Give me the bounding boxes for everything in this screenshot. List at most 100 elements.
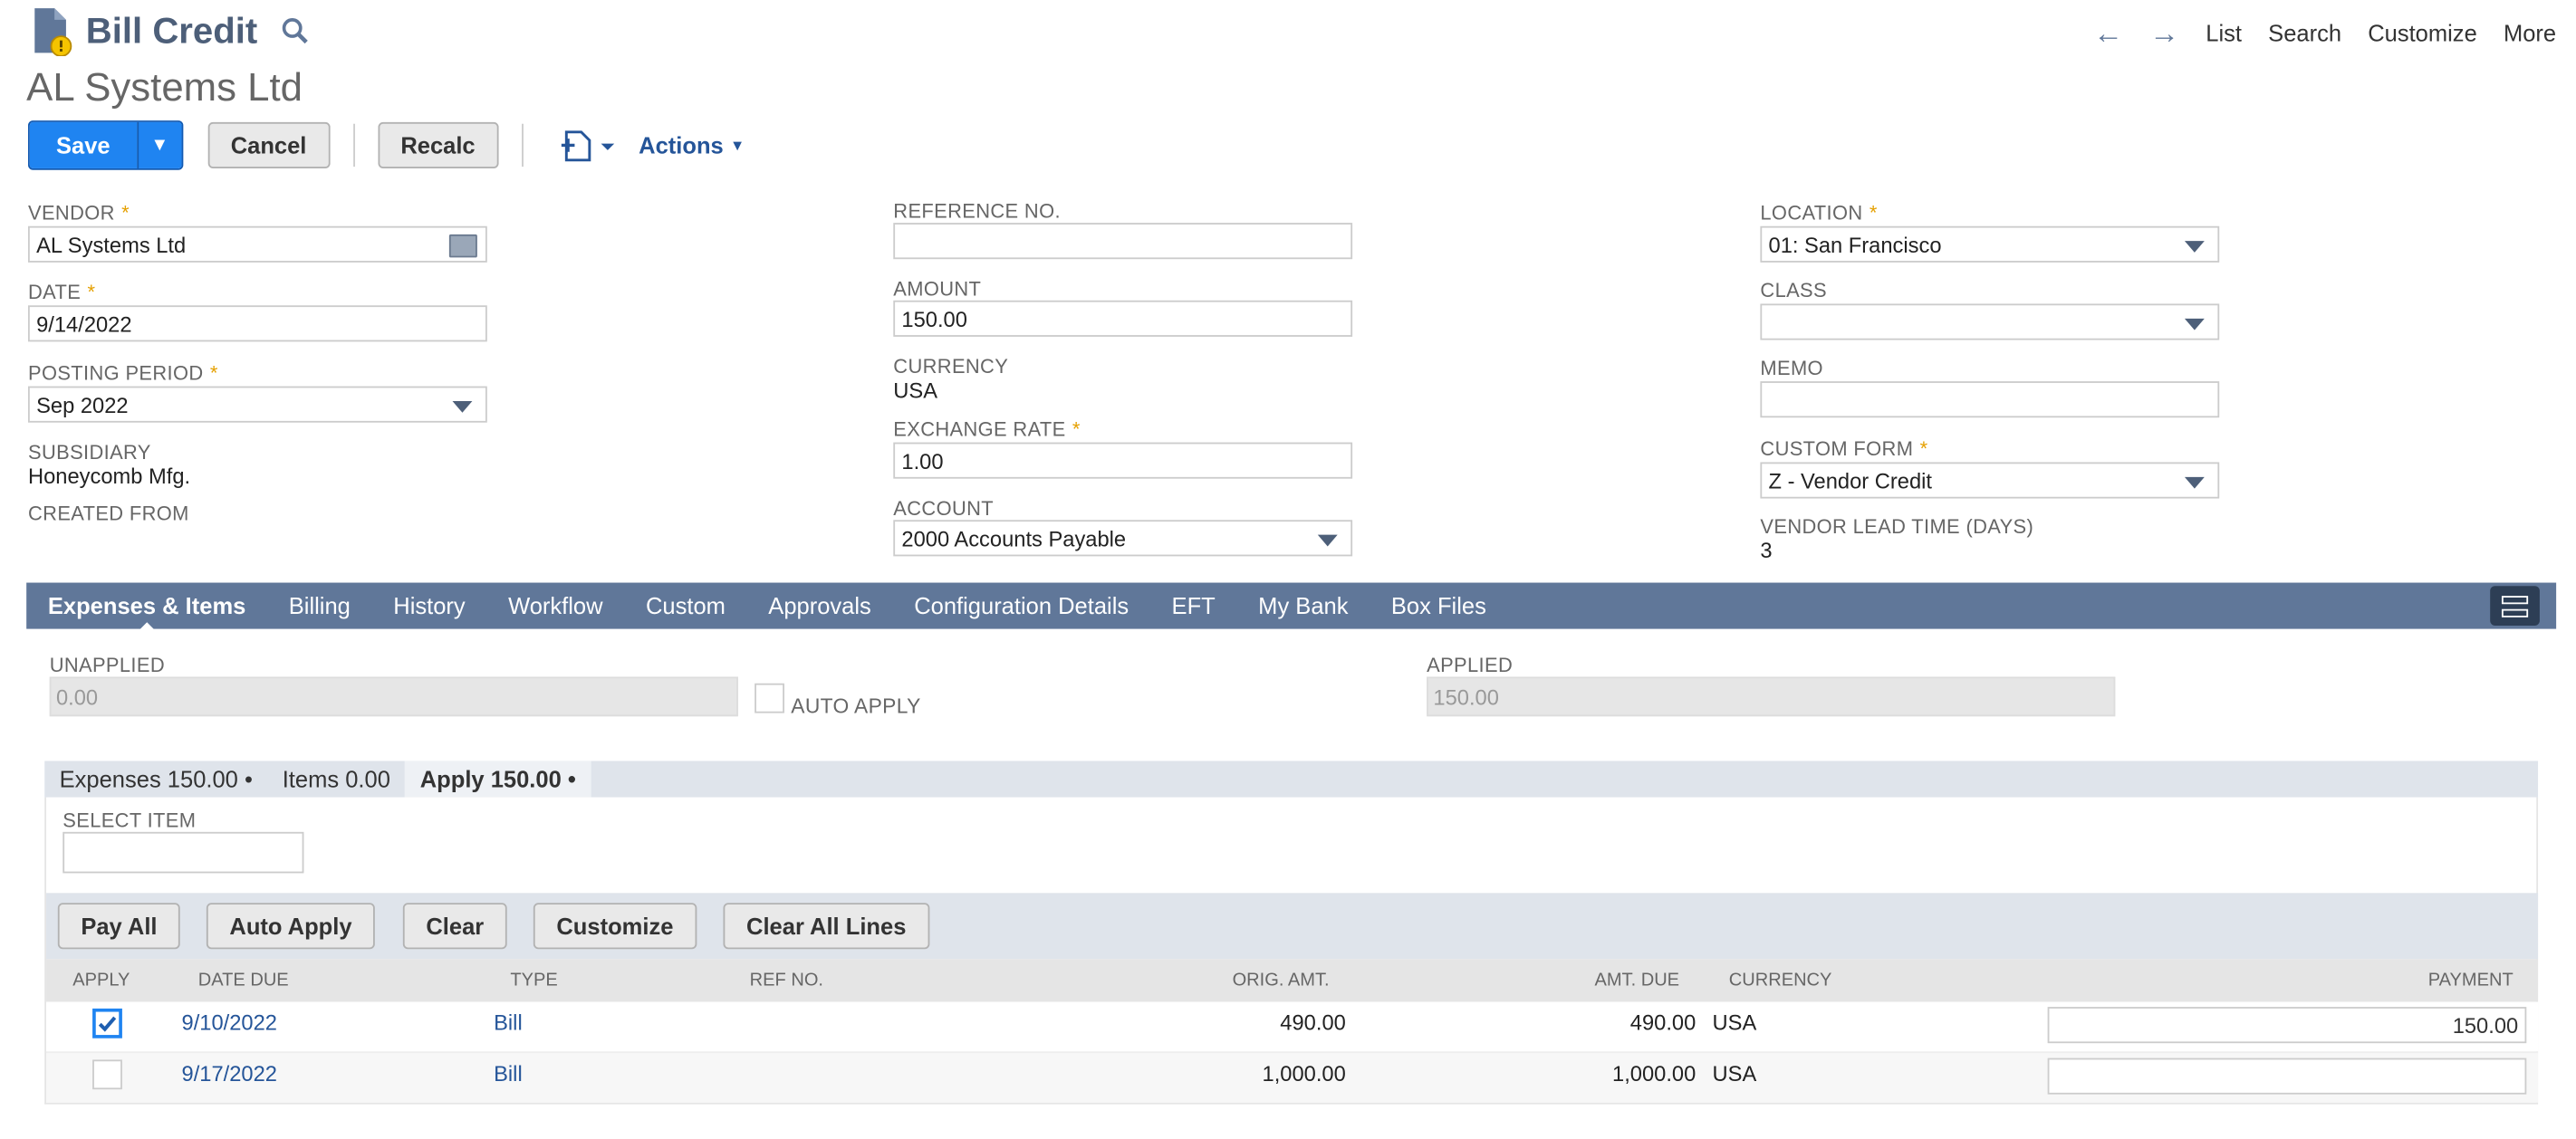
recalc-button[interactable]: Recalc — [377, 121, 499, 168]
location-label: LOCATION * — [1760, 201, 1878, 225]
tab-approvals[interactable]: Approvals — [768, 592, 871, 618]
applied-label: APPLIED — [1427, 653, 1514, 677]
currency-cell: USA — [1712, 1061, 1757, 1086]
class-select[interactable] — [1760, 303, 2220, 340]
location-select[interactable]: 01: San Francisco — [1760, 225, 2220, 263]
column-header-ref-no[interactable]: REF NO. — [750, 971, 823, 991]
auto-apply-button[interactable]: Auto Apply — [206, 903, 376, 950]
column-header-payment[interactable]: PAYMENT — [2428, 971, 2514, 991]
table-header: APPLY DATE DUE TYPE REF NO. ORIG. AMT. A… — [46, 959, 2539, 1002]
type-link[interactable]: Bill — [494, 1010, 523, 1035]
search-link[interactable]: Search — [2268, 20, 2341, 46]
subtab-expenses[interactable]: Expenses 150.00 • — [44, 761, 267, 797]
custom-form-select[interactable]: Z - Vendor Credit — [1760, 462, 2220, 499]
column-header-currency[interactable]: CURRENCY — [1729, 971, 1832, 991]
unapplied-field: 0.00 — [49, 676, 738, 717]
search-icon[interactable] — [281, 16, 311, 46]
tab-configuration-details[interactable]: Configuration Details — [914, 592, 1129, 618]
vendor-field[interactable]: AL Systems Ltd — [27, 225, 487, 263]
customize-button[interactable]: Customize — [533, 903, 697, 950]
exchange-rate-label: EXCHANGE RATE * — [893, 417, 1081, 441]
amount-field[interactable]: 150.00 — [893, 300, 1353, 337]
memo-field[interactable] — [1760, 381, 2220, 418]
new-document-icon[interactable] — [560, 127, 616, 163]
button-bar: Save ▼ Cancel Recalc Actions ▼ — [27, 120, 745, 170]
bill-credit-document-icon — [34, 8, 72, 56]
subsidiary-label: SUBSIDIARY — [27, 440, 151, 464]
tab-my-bank[interactable]: My Bank — [1258, 592, 1348, 618]
account-label: ACCOUNT — [893, 496, 995, 521]
class-label: CLASS — [1760, 279, 1827, 302]
dropdown-arrow-icon — [1317, 534, 1338, 547]
dropdown-arrow-icon — [2184, 476, 2205, 489]
type-link[interactable]: Bill — [494, 1061, 523, 1086]
posting-period-select[interactable]: Sep 2022 — [27, 386, 487, 423]
tab-expenses-items[interactable]: Expenses & Items — [48, 592, 245, 633]
currency-label: CURRENCY — [893, 354, 1009, 378]
auto-apply-checkbox[interactable] — [755, 683, 784, 713]
orig-amt-cell: 490.00 — [1280, 1010, 1346, 1036]
amt-due-cell: 490.00 — [1629, 1010, 1697, 1036]
dropdown-arrow-icon — [2184, 241, 2205, 253]
vendor-value: AL Systems Ltd — [36, 232, 187, 257]
apply-checkbox[interactable] — [92, 1008, 122, 1038]
vendor-lead-time-label: VENDOR LEAD TIME (DAYS) — [1760, 514, 2034, 539]
reference-no-field[interactable] — [893, 223, 1353, 260]
save-button[interactable]: Save — [29, 121, 137, 168]
custom-form-value: Z - Vendor Credit — [1768, 467, 1932, 493]
memo-label: MEMO — [1760, 356, 1823, 380]
divider — [352, 123, 355, 168]
page-title: Bill Credit — [85, 9, 258, 52]
tab-billing[interactable]: Billing — [289, 592, 351, 618]
cancel-button[interactable]: Cancel — [207, 121, 330, 168]
exchange-rate-field[interactable]: 1.00 — [893, 442, 1353, 479]
column-header-amt-due[interactable]: AMT. DUE — [1594, 971, 1679, 991]
previous-arrow-icon[interactable]: ← — [2093, 18, 2123, 48]
payment-input[interactable]: 150.00 — [2047, 1007, 2527, 1044]
column-header-type[interactable]: TYPE — [510, 971, 557, 991]
customize-link[interactable]: Customize — [2368, 20, 2477, 46]
table-row[interactable]: 9/10/2022 Bill 490.00 490.00 USA 150.00 — [46, 1001, 2539, 1052]
date-due-link[interactable]: 9/10/2022 — [182, 1010, 277, 1035]
subtab-apply[interactable]: Apply 150.00 • — [405, 761, 591, 798]
vendor-label: VENDOR * — [27, 201, 130, 225]
date-field[interactable]: 9/14/2022 — [27, 305, 487, 342]
apply-checkbox[interactable] — [92, 1059, 122, 1090]
dropdown-arrow-icon — [452, 401, 473, 413]
pay-all-button[interactable]: Pay All — [57, 903, 181, 950]
chevron-down-icon: ▼ — [730, 137, 745, 154]
select-item-field[interactable] — [62, 831, 304, 874]
table-row[interactable]: 9/17/2022 Bill 1,000.00 1,000.00 USA — [46, 1051, 2539, 1103]
clear-all-lines-button[interactable]: Clear All Lines — [723, 903, 929, 950]
orig-amt-cell: 1,000.00 — [1262, 1061, 1346, 1086]
actions-menu[interactable]: Actions ▼ — [639, 132, 745, 158]
column-header-orig-amt[interactable]: ORIG. AMT. — [1233, 971, 1330, 991]
custom-form-label: CUSTOM FORM * — [1760, 437, 1928, 461]
posting-period-label: POSTING PERIOD * — [27, 361, 218, 385]
unapplied-label: UNAPPLIED — [49, 653, 165, 677]
list-picker-icon[interactable] — [448, 234, 477, 258]
date-due-link[interactable]: 9/17/2022 — [182, 1061, 277, 1086]
tab-custom[interactable]: Custom — [646, 592, 726, 618]
save-dropdown-icon[interactable]: ▼ — [136, 121, 181, 168]
column-header-date-due[interactable]: DATE DUE — [198, 971, 289, 991]
tab-box-files[interactable]: Box Files — [1391, 592, 1486, 618]
save-button-group: Save ▼ — [27, 120, 183, 170]
next-arrow-icon[interactable]: → — [2149, 18, 2179, 48]
payment-input[interactable] — [2047, 1058, 2527, 1095]
more-link[interactable]: More — [2504, 20, 2556, 46]
clear-button[interactable]: Clear — [402, 903, 507, 950]
tab-workflow[interactable]: Workflow — [508, 592, 602, 618]
panel-layout-icon[interactable] — [2490, 586, 2540, 626]
subtab-items[interactable]: Items 0.00 — [267, 761, 405, 797]
amount-label: AMOUNT — [893, 277, 982, 301]
account-select[interactable]: 2000 Accounts Payable — [893, 520, 1353, 557]
date-label: DATE * — [27, 280, 96, 304]
column-header-apply[interactable]: APPLY — [72, 971, 130, 991]
tab-history[interactable]: History — [393, 592, 465, 618]
tab-eft[interactable]: EFT — [1172, 592, 1216, 618]
list-link[interactable]: List — [2206, 20, 2242, 46]
auto-apply-label: AUTO APPLY — [791, 694, 921, 719]
amt-due-cell: 1,000.00 — [1612, 1061, 1697, 1086]
page-header: Bill Credit — [30, 6, 311, 56]
